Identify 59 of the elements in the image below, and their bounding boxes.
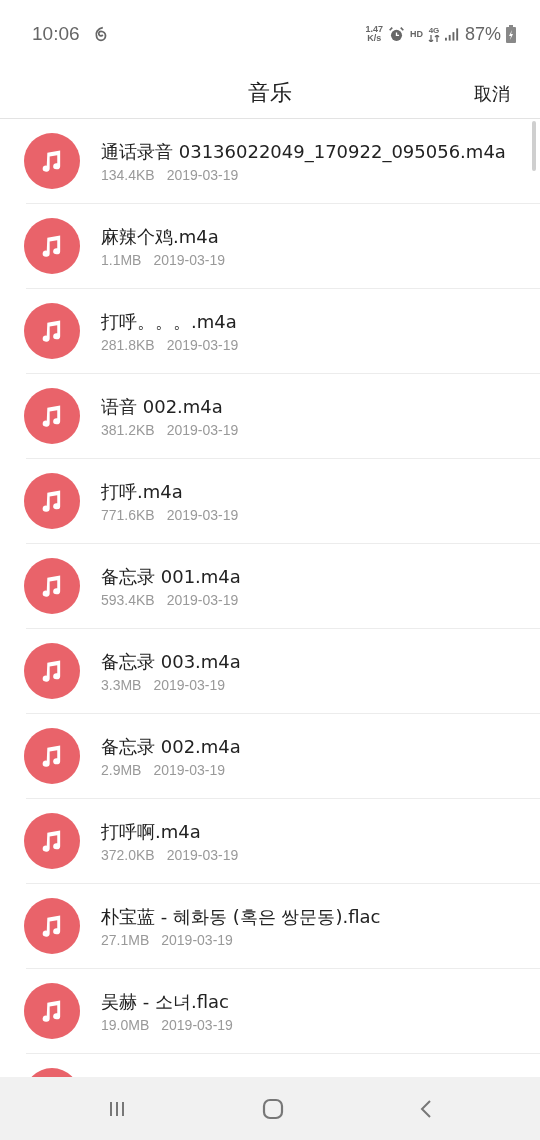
file-name: 朴宝蓝 - 혜화동 (혹은 쌍문동).flac	[101, 904, 381, 928]
file-date: 2019-03-19	[166, 336, 239, 353]
data-arrows-icon	[427, 34, 440, 42]
file-name: 打呼啊.m4a	[101, 819, 202, 843]
net-speed-unit: K/s	[367, 34, 382, 43]
net-speed: 1.47	[365, 25, 383, 34]
scrollbar	[532, 121, 536, 171]
file-size: 372.0KB	[101, 846, 155, 863]
file-name: 备忘录 001.m4a	[101, 564, 241, 588]
file-date: 2019-03-19	[166, 506, 239, 523]
file-date: 2019-03-19	[161, 1016, 233, 1033]
signal-icon	[444, 27, 460, 41]
file-item[interactable]: 通话录音 03136022049_170922_095056.m4a 134.4KB 2019-03-19	[26, 119, 540, 204]
file-date: 2019-03-19	[166, 846, 239, 863]
page-title: 音乐	[248, 79, 292, 107]
clock: 10:06	[32, 23, 80, 45]
file-item[interactable]: 备忘录 003.m4a 3.3MB 2019-03-19	[26, 629, 540, 714]
file-size: 381.2KB	[101, 421, 155, 438]
alarm-icon	[387, 25, 405, 43]
file-name: 语音 002.m4a	[101, 394, 224, 418]
file-item[interactable]: 打呼。。。.m4a 281.8KB 2019-03-19	[26, 289, 540, 374]
file-date: 2019-03-19	[153, 761, 226, 778]
file-item[interactable]: 吴赫 - 소녀.flac 19.0MB 2019-03-19	[26, 969, 540, 1054]
file-size: 27.1MB	[101, 931, 150, 948]
file-name: 麻辣个鸡.m4a	[101, 224, 220, 248]
file-size: 771.6KB	[101, 506, 155, 523]
file-item[interactable]: 语音 002.m4a 381.2KB 2019-03-19	[26, 374, 540, 459]
file-name: 备忘录 003.m4a	[101, 649, 241, 673]
battery-percent: 87%	[464, 23, 501, 45]
file-item[interactable]: 打呼啊.m4a 372.0KB 2019-03-19	[26, 799, 540, 884]
file-name: 打呼.m4a	[101, 479, 184, 503]
file-name: 吴赫 - 소녀.flac	[101, 989, 230, 1013]
file-size: 3.3MB	[101, 676, 142, 693]
network-type: 4G	[428, 26, 440, 35]
file-name: 备忘录 002.m4a	[101, 734, 241, 758]
file-item[interactable]: 麻辣个鸡.m4a 1.1MB 2019-03-19	[26, 204, 540, 289]
file-name: 打呼。。。.m4a	[101, 309, 238, 333]
file-size: 19.0MB	[101, 1016, 150, 1033]
file-name: 通话录音 03136022049_170922_095056.m4a	[101, 139, 506, 163]
file-item[interactable]: 打呼.m4a 771.6KB 2019-03-19	[26, 459, 540, 544]
file-date: 2019-03-19	[166, 166, 239, 183]
battery-charging-icon	[506, 25, 516, 43]
file-date: 2019-03-19	[166, 591, 239, 608]
back-icon[interactable]	[418, 1098, 433, 1119]
file-size: 1.1MB	[101, 251, 142, 268]
home-icon[interactable]	[262, 1097, 284, 1120]
cancel-button[interactable]: 取消	[472, 80, 512, 108]
file-date: 2019-03-19	[153, 251, 226, 268]
file-date: 2019-03-19	[153, 676, 226, 693]
hd-indicator: HD	[409, 29, 423, 39]
file-date: 2019-03-19	[161, 931, 233, 948]
file-item[interactable]: 朴宝蓝 - 혜화동 (혹은 쌍문동).flac 27.1MB 2019-03-19	[26, 884, 540, 969]
file-item[interactable]: 备忘录 001.m4a 593.4KB 2019-03-19	[26, 544, 540, 629]
file-size: 593.4KB	[101, 591, 155, 608]
file-size: 2.9MB	[101, 761, 142, 778]
file-item[interactable]: 备忘录 002.m4a 2.9MB 2019-03-19	[26, 714, 540, 799]
file-date: 2019-03-19	[166, 421, 239, 438]
file-size: 134.4KB	[101, 166, 155, 183]
file-size: 281.8KB	[101, 336, 155, 353]
